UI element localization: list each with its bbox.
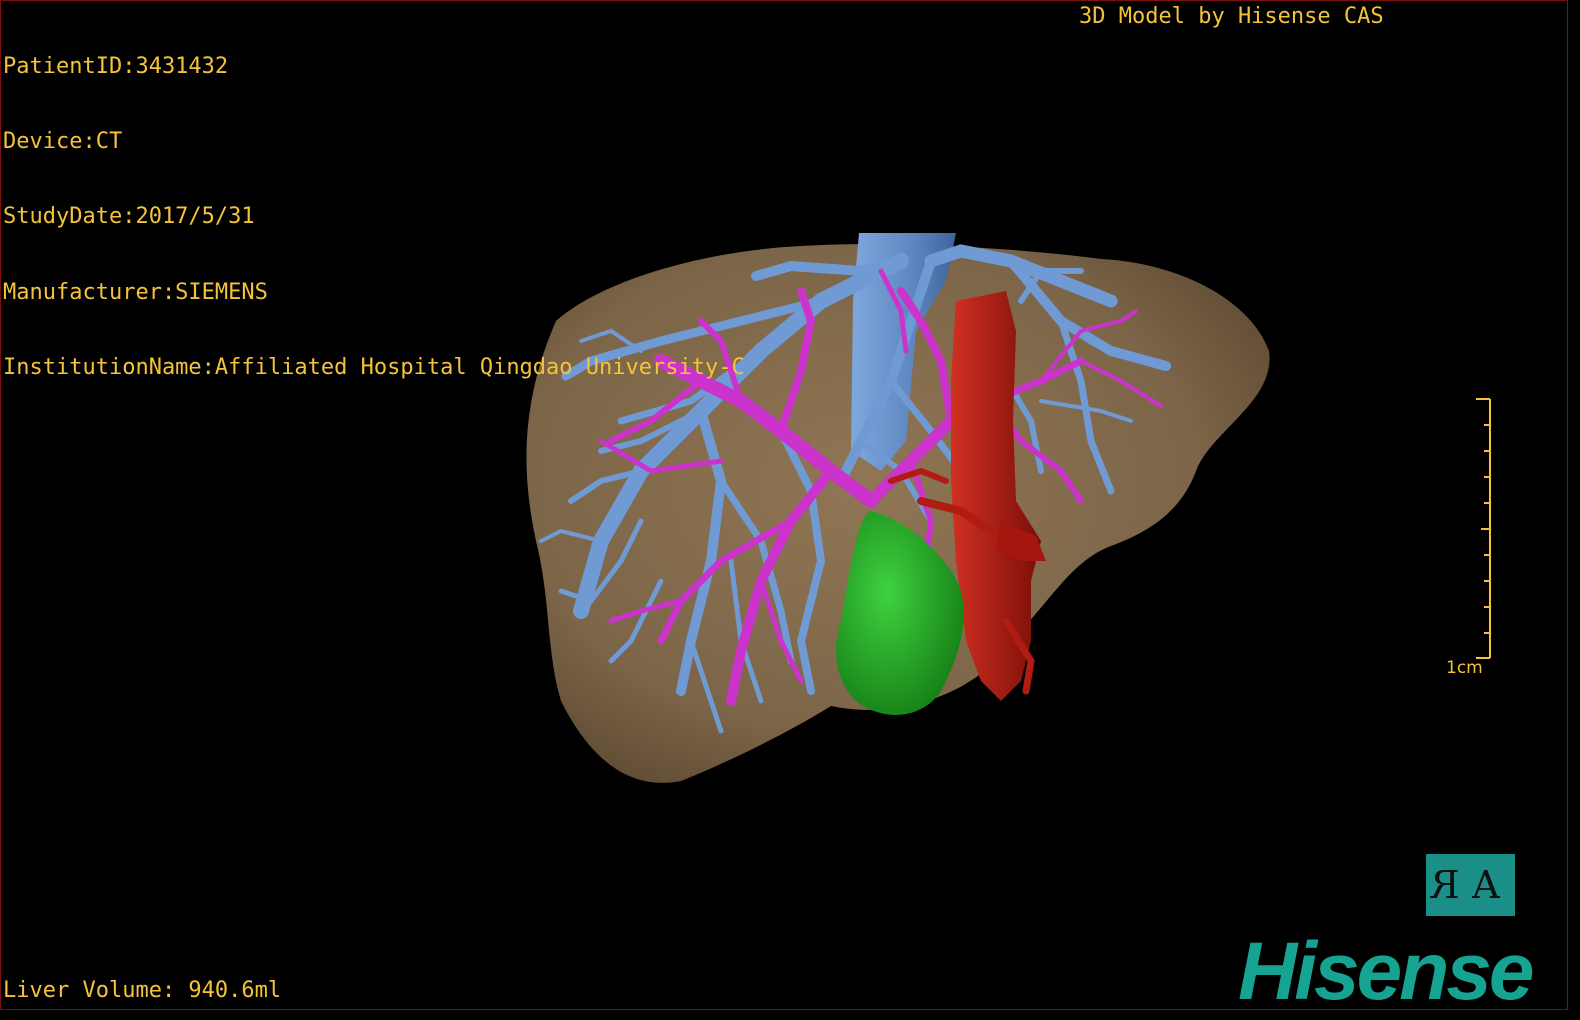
3d-viewport[interactable]: PatientID:3431432 Device:CT StudyDate:20… <box>0 0 1568 1010</box>
manufacturer: Manufacturer:SIEMENS <box>3 279 268 305</box>
institution-name: InstitutionName:Affiliated Hospital Qing… <box>3 354 745 380</box>
orientation-ra-button[interactable]: R A <box>1426 854 1515 916</box>
orientation-r-glyph: R <box>1431 863 1461 907</box>
scale-label: 1cm <box>1446 658 1483 678</box>
device: Device:CT <box>3 129 123 155</box>
orientation-a-glyph: A <box>1472 863 1510 907</box>
patient-id: PatientID:3431432 <box>3 54 229 79</box>
model-credit: 3D Model by Hisense CAS <box>1079 4 1384 29</box>
patient-info-overlay: PatientID:3431432 Device:CT StudyDate:20… <box>3 4 745 430</box>
hisense-logo: Hisense <box>1238 926 1535 1010</box>
liver-volume: Liver Volume: 940.6ml <box>3 978 282 1003</box>
scale-bar <box>1476 398 1491 659</box>
study-date: StudyDate:2017/5/31 <box>3 204 255 230</box>
